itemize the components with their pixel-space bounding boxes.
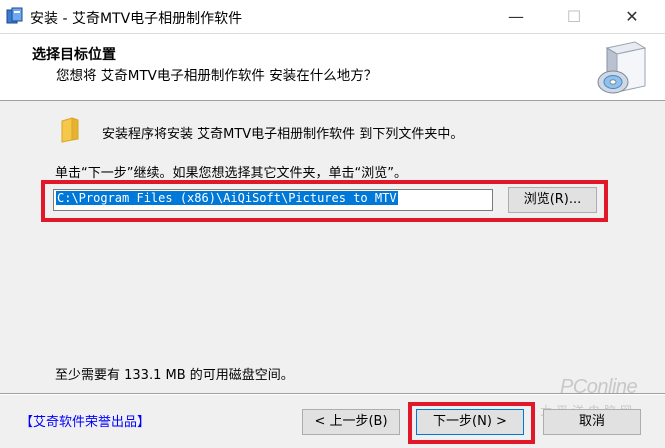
install-path-input[interactable]: C:\Program Files (x86)\AiQiSoft\Pictures… (53, 189, 493, 211)
instruction-text: 单击“下一步”继续。如果您想选择其它文件夹，单击“浏览”。 (55, 166, 407, 181)
close-button[interactable]: ✕ (609, 0, 655, 33)
watermark-logo: PConline (560, 376, 638, 398)
browse-button[interactable]: 浏览(R)... (508, 187, 597, 213)
cancel-button[interactable]: 取消 (543, 409, 641, 435)
cd-box-icon (597, 41, 647, 94)
install-path-value: C:\Program Files (x86)\AiQiSoft\Pictures… (56, 191, 398, 205)
next-button[interactable]: 下一步(N) > (416, 409, 524, 435)
wizard-header: 选择目标位置 您想将 艾奇MTV电子相册制作软件 安装在什么地方？ (0, 34, 665, 101)
installer-app-icon (6, 7, 23, 24)
back-button[interactable]: < 上一步(B) (302, 409, 400, 435)
page-subtitle: 您想将 艾奇MTV电子相册制作软件 安装在什么地方？ (56, 68, 378, 84)
page-title: 选择目标位置 (32, 47, 116, 63)
folder-icon (61, 117, 79, 143)
intro-text: 安装程序将安装 艾奇MTV电子相册制作软件 到下列文件夹中。 (102, 127, 464, 142)
minimize-button[interactable]: — (493, 0, 539, 33)
disk-space-text: 至少需要有 133.1 MB 的可用磁盘空间。 (55, 368, 294, 383)
maximize-button[interactable]: ☐ (551, 0, 597, 33)
wizard-body: 安装程序将安装 艾奇MTV电子相册制作软件 到下列文件夹中。 单击“下一步”继续… (0, 101, 665, 393)
title-bar: 安装 - 艾奇MTV电子相册制作软件 — ☐ ✕ (0, 0, 665, 34)
brand-link[interactable]: 【艾奇软件荣誉出品】 (20, 411, 150, 430)
window-title: 安装 - 艾奇MTV电子相册制作软件 (30, 11, 243, 27)
